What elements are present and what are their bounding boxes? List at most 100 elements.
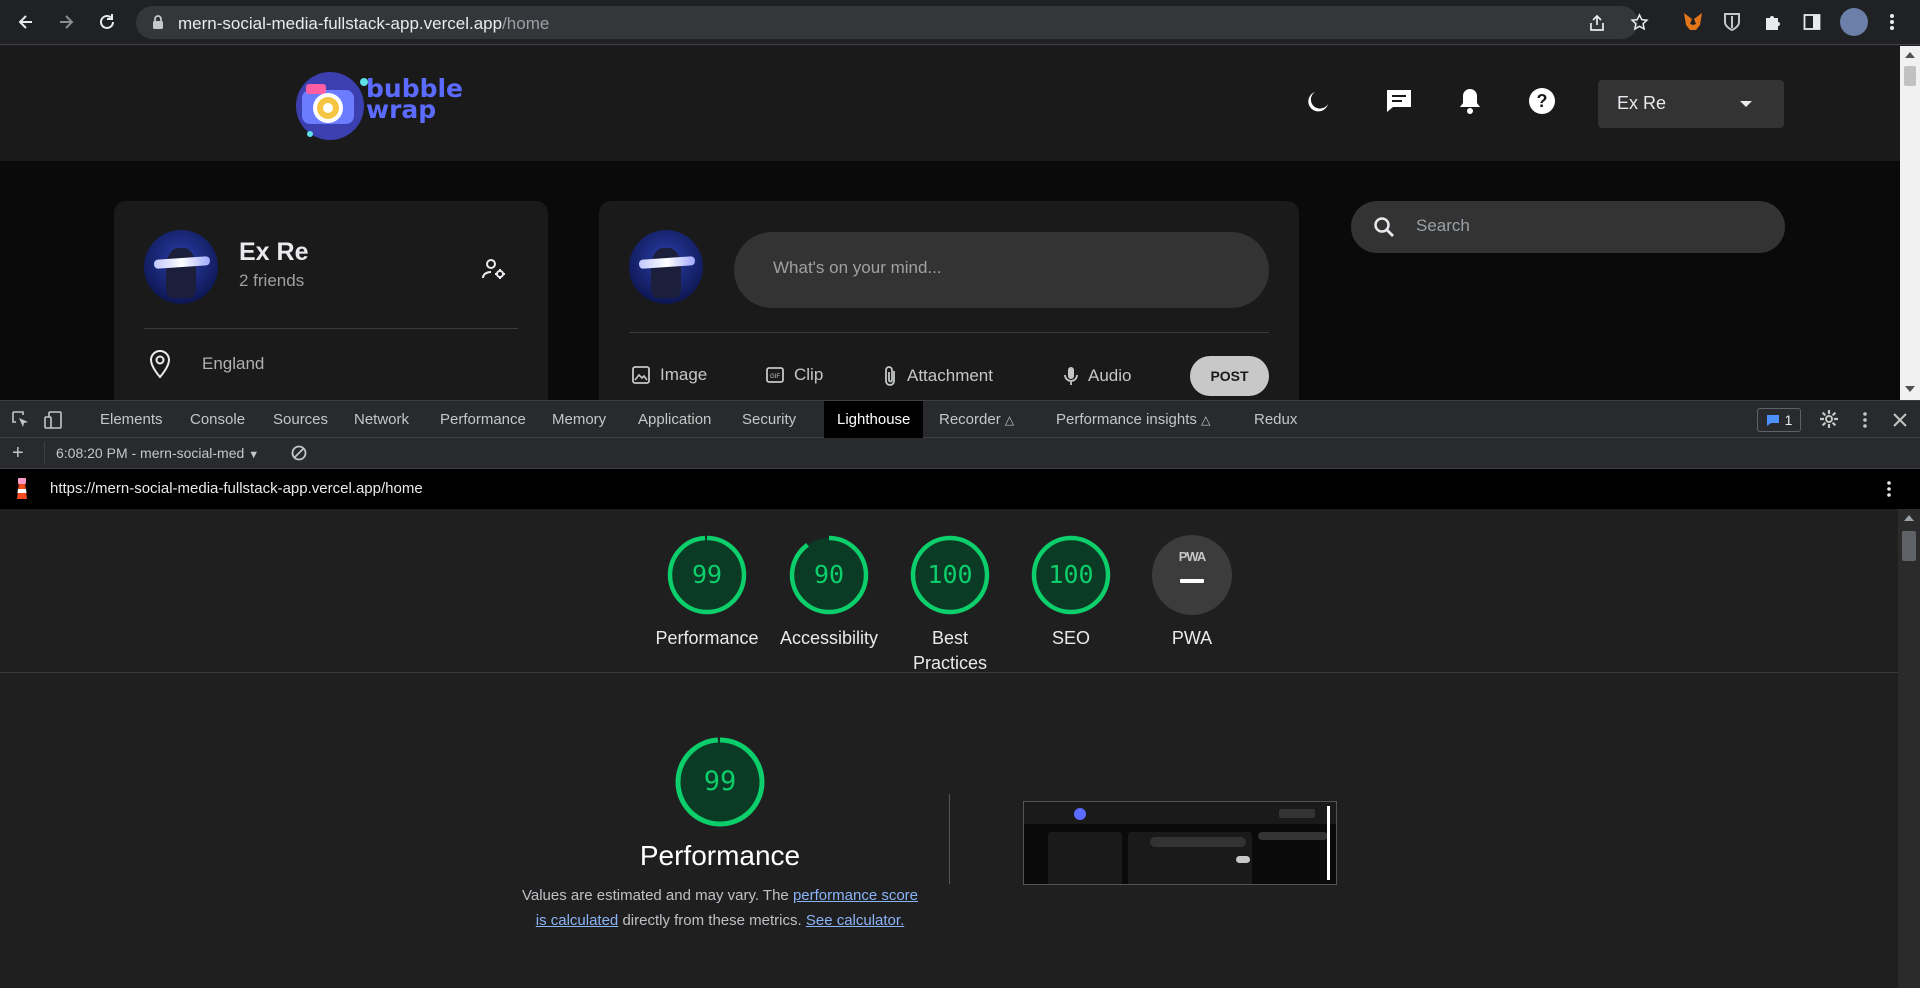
score-value: 90: [813, 560, 845, 589]
bubble-wrap-logo[interactable]: bubble wrap: [290, 64, 463, 144]
score-value: 99: [691, 560, 723, 589]
score-label: SEO: [1051, 628, 1090, 648]
post-button[interactable]: POST: [1190, 356, 1269, 396]
score-label: Performance: [655, 628, 759, 648]
device-toolbar-icon[interactable]: [43, 410, 63, 435]
devtools-settings-gear-icon[interactable]: [1819, 409, 1839, 434]
report-menu-icon[interactable]: [1886, 480, 1892, 503]
performance-heading: Performance: [639, 840, 801, 871]
new-report-plus-icon[interactable]: +: [12, 442, 24, 465]
url-text: mern-social-media-fullstack-app.vercel.a…: [178, 14, 550, 33]
side-panel-icon[interactable]: [1800, 10, 1824, 34]
score-gauge-performance[interactable]: 99: [667, 535, 747, 615]
score-gauge-seo[interactable]: 100: [1031, 535, 1111, 615]
divider: [629, 332, 1269, 333]
devtools-more-options-icon[interactable]: [1862, 411, 1868, 434]
image-action-label: Image: [660, 365, 708, 384]
tab-application[interactable]: Application: [638, 401, 711, 439]
report-select-dropdown[interactable]: 6:08:20 PM - mern-social-med ▼: [56, 445, 259, 461]
score-gauge-best-practices[interactable]: 100: [910, 535, 990, 615]
tab-redux[interactable]: Redux: [1254, 401, 1297, 439]
issues-badge[interactable]: 1: [1757, 408, 1801, 432]
score-value: 100: [1048, 560, 1094, 589]
divider: [44, 442, 45, 464]
final-screenshot-thumbnail[interactable]: [1023, 801, 1337, 885]
tab-security[interactable]: Security: [742, 401, 796, 439]
lock-icon[interactable]: [152, 15, 164, 35]
issues-message-icon: [1766, 414, 1779, 426]
tab-console[interactable]: Console: [190, 401, 245, 439]
lighthouse-toolbar: + 6:08:20 PM - mern-social-med ▼: [0, 438, 1920, 469]
inspect-element-icon[interactable]: [11, 410, 31, 435]
user-select-dropdown[interactable]: Ex Re: [1598, 80, 1784, 128]
app-viewport: bubble wrap ? Ex Re Ex Re 2 friends Engl…: [0, 46, 1900, 400]
image-action-button[interactable]: Image: [631, 365, 707, 385]
tab-sources[interactable]: Sources: [273, 401, 328, 439]
forward-icon[interactable]: [52, 8, 80, 36]
profile-avatar[interactable]: [144, 230, 218, 304]
paperclip-icon: [885, 366, 895, 386]
microphone-icon: [1064, 367, 1078, 385]
bitwarden-extension-icon[interactable]: [1720, 10, 1744, 34]
clip-action-button[interactable]: GIF Clip: [765, 365, 823, 385]
attachment-action-label: Attachment: [907, 366, 993, 385]
svg-text:GIF: GIF: [770, 374, 780, 380]
close-devtools-icon[interactable]: [1892, 412, 1908, 433]
description-text-2: directly from these metrics.: [622, 912, 802, 929]
score-label: PWA: [1171, 628, 1213, 648]
divider: [0, 672, 1898, 673]
address-bar[interactable]: mern-social-media-fullstack-app.vercel.a…: [136, 6, 1649, 39]
manage-account-icon[interactable]: [482, 258, 506, 285]
report-url[interactable]: https://mern-social-media-fullstack-app.…: [50, 480, 423, 497]
tab-performance[interactable]: Performance: [440, 401, 526, 439]
dropdown-triangle-icon: ▼: [248, 449, 260, 461]
tab-recorder[interactable]: Recorder △: [939, 401, 1014, 439]
tab-recorder-label: Recorder: [939, 411, 1001, 428]
page-scrollbar[interactable]: [1900, 46, 1920, 400]
tab-performance-insights[interactable]: Performance insights △: [1056, 401, 1210, 439]
reload-icon[interactable]: [93, 8, 121, 36]
search-placeholder: Search: [1416, 216, 1470, 235]
score-gauge-accessibility[interactable]: 90: [789, 535, 869, 615]
tab-elements[interactable]: Elements: [100, 401, 163, 439]
app-header: bubble wrap ? Ex Re: [0, 46, 1900, 161]
see-calculator-link[interactable]: See calculator.: [806, 912, 904, 929]
chevron-down-icon: [1740, 101, 1752, 107]
clip-action-label: Clip: [794, 365, 824, 384]
devtools-panel: Elements Console Sources Network Perform…: [0, 400, 1920, 988]
bookmark-star-icon[interactable]: [1630, 13, 1649, 37]
post-input-placeholder: What's on your mind...: [773, 258, 942, 277]
report-scrollbar[interactable]: [1898, 509, 1920, 988]
puzzle-extensions-icon[interactable]: [1760, 10, 1784, 34]
messages-icon[interactable]: [1384, 86, 1414, 116]
profile-avatar-icon[interactable]: [1840, 8, 1868, 36]
tab-performance-insights-label: Performance insights: [1056, 411, 1197, 428]
dark-mode-moon-icon[interactable]: [1303, 86, 1333, 116]
clear-all-icon[interactable]: [290, 444, 308, 467]
performance-main-gauge[interactable]: 99: [674, 736, 766, 828]
notifications-bell-icon[interactable]: [1455, 86, 1485, 116]
lighthouse-url-bar: https://mern-social-media-fullstack-app.…: [0, 469, 1920, 509]
share-icon[interactable]: [1588, 14, 1606, 37]
search-input[interactable]: Search: [1351, 201, 1785, 253]
experiment-flask-icon: △: [1004, 413, 1015, 427]
chrome-menu-icon[interactable]: [1880, 10, 1904, 34]
score-gauge-pwa[interactable]: PWA: [1152, 535, 1232, 615]
tab-lighthouse[interactable]: Lighthouse: [824, 401, 924, 439]
devtools-tabbar: Elements Console Sources Network Perform…: [0, 400, 1920, 439]
page-scrollbar-thumb[interactable]: [1904, 66, 1916, 86]
tab-memory[interactable]: Memory: [552, 401, 606, 439]
tab-network[interactable]: Network: [354, 401, 409, 439]
image-icon: [632, 366, 650, 384]
profile-name[interactable]: Ex Re: [239, 238, 308, 267]
post-input[interactable]: What's on your mind...: [734, 232, 1269, 308]
score-label: Accessibility: [779, 628, 879, 648]
issues-count: 1: [1784, 412, 1793, 428]
browser-toolbar: mern-social-media-fullstack-app.vercel.a…: [0, 0, 1920, 45]
attachment-action-button[interactable]: Attachment: [882, 365, 993, 387]
audio-action-button[interactable]: Audio: [1063, 365, 1131, 387]
metamask-extension-icon[interactable]: [1681, 10, 1705, 34]
back-icon[interactable]: [12, 8, 40, 36]
help-icon[interactable]: ?: [1527, 86, 1557, 116]
report-scrollbar-thumb[interactable]: [1902, 531, 1916, 561]
